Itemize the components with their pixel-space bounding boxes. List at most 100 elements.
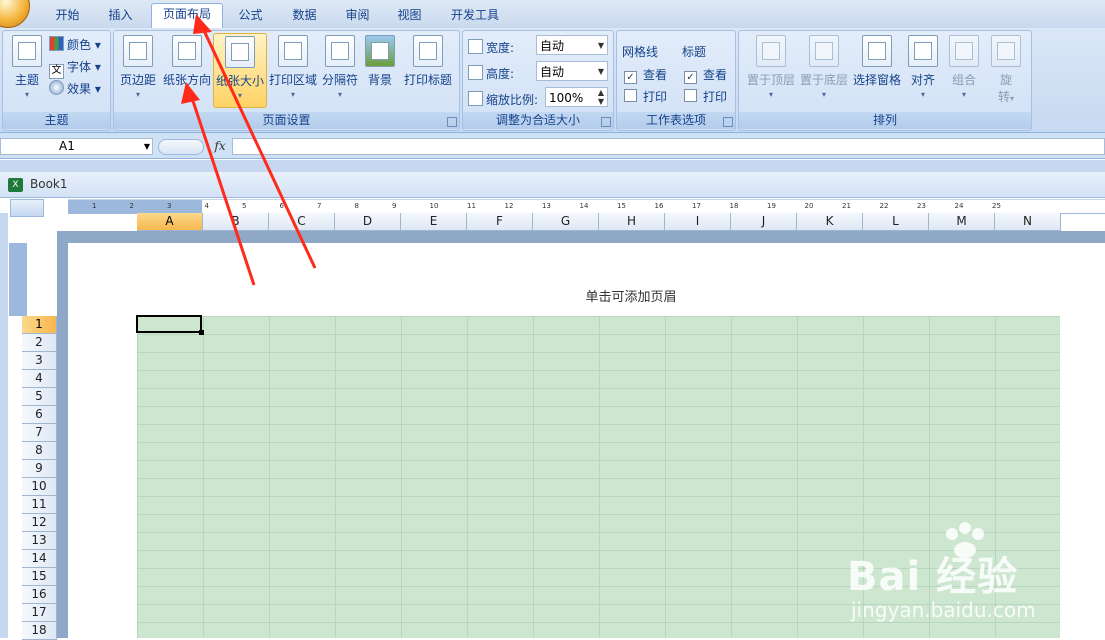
column-header-n[interactable]: N [995, 213, 1061, 231]
row-header-15[interactable]: 15 [22, 568, 57, 586]
row-header-7[interactable]: 7 [22, 424, 57, 442]
tab-insert[interactable]: 插入 [98, 5, 143, 27]
row-header-5[interactable]: 5 [22, 388, 57, 406]
column-header-k[interactable]: K [797, 213, 863, 231]
dialog-launcher-icon[interactable] [447, 117, 457, 127]
ruler-tick-label: 6 [279, 202, 284, 210]
row-header-2[interactable]: 2 [22, 334, 57, 352]
background-button[interactable]: 背景 [363, 33, 397, 88]
column-header-f[interactable]: F [467, 213, 533, 231]
row-header-9[interactable]: 9 [22, 460, 57, 478]
ruler-tick-label: 20 [804, 202, 814, 210]
row-header-17[interactable]: 17 [22, 604, 57, 622]
insert-function-icon[interactable]: fx [208, 137, 232, 155]
ruler-tick-label: 5 [242, 202, 247, 210]
watermark-url: jingyan.baidu.com [851, 598, 1036, 622]
excel-workbook-icon: X [8, 178, 23, 192]
row-header-1[interactable]: 1 [22, 316, 57, 334]
row-header-13[interactable]: 13 [22, 532, 57, 550]
column-header-g[interactable]: G [533, 213, 599, 231]
row-header-10[interactable]: 10 [22, 478, 57, 496]
column-header-i[interactable]: I [665, 213, 731, 231]
selection-pane-button[interactable]: 选择窗格 [851, 33, 903, 88]
row-header-16[interactable]: 16 [22, 586, 57, 604]
chevron-down-icon[interactable]: ▼ [144, 139, 150, 154]
row-header-11[interactable]: 11 [22, 496, 57, 514]
send-to-back-button[interactable]: 置于底层 ▾ [796, 33, 852, 99]
align-button[interactable]: 对齐 ▾ [907, 33, 939, 99]
rotate-label-1: 旋 [999, 73, 1012, 87]
tab-data[interactable]: 数据 [282, 5, 327, 27]
theme-fonts-button[interactable]: 文字体 ▾ [49, 58, 101, 79]
formula-bar-splitter[interactable] [158, 139, 204, 155]
selection-pane-label: 选择窗格 [852, 73, 901, 87]
row-header-4[interactable]: 4 [22, 370, 57, 388]
breaks-label: 分隔符 [321, 73, 358, 87]
active-cell[interactable] [136, 315, 204, 335]
chevron-down-icon: ▾ [961, 90, 966, 99]
headings-print-checkbox[interactable]: 打印 [684, 88, 727, 105]
tab-developer[interactable]: 开发工具 [443, 5, 507, 27]
column-header-e[interactable]: E [401, 213, 467, 231]
tab-review[interactable]: 审阅 [335, 5, 380, 27]
size-button[interactable]: 纸张大小 ▾ [213, 33, 267, 108]
gridlines-view-checkbox[interactable]: ✓ 查看 [624, 66, 667, 84]
width-combo[interactable]: 自动 ▼ [536, 35, 608, 55]
checkbox-checked-icon: ✓ [684, 71, 697, 84]
select-all-corner[interactable] [10, 199, 44, 217]
column-header-d[interactable]: D [335, 213, 401, 231]
page-break-icon [325, 35, 355, 67]
headings-view-checkbox[interactable]: ✓ 查看 [684, 66, 727, 84]
tab-page-layout[interactable]: 页面布局 [151, 3, 223, 29]
group-sheet-options-label: 工作表选项 [617, 112, 735, 129]
column-header-l[interactable]: L [863, 213, 929, 231]
breaks-button[interactable]: 分隔符 ▾ [320, 33, 360, 99]
dialog-launcher-icon[interactable] [723, 117, 733, 127]
row-header-6[interactable]: 6 [22, 406, 57, 424]
office-button[interactable] [0, 0, 30, 28]
column-header-j[interactable]: J [731, 213, 797, 231]
formula-input[interactable] [232, 138, 1105, 155]
orientation-button[interactable]: 纸张方向 ▾ [161, 33, 213, 99]
print-area-button[interactable]: 打印区域 ▾ [266, 33, 320, 99]
row-header-18[interactable]: 18 [22, 622, 57, 640]
themes-button[interactable]: 主题 ▾ [7, 33, 47, 99]
row-header-3[interactable]: 3 [22, 352, 57, 370]
name-box[interactable]: A1 ▼ [0, 138, 153, 155]
ruler-tick-label: 24 [954, 202, 964, 210]
margins-icon [123, 35, 153, 67]
print-titles-label: 打印标题 [403, 73, 452, 87]
chevron-down-icon: ▾ [135, 90, 140, 99]
rotate-icon [991, 35, 1021, 67]
height-combo[interactable]: 自动 ▼ [536, 61, 608, 81]
gridlines-print-checkbox[interactable]: 打印 [624, 88, 667, 105]
gridlines-print-label: 打印 [643, 90, 668, 104]
column-header-m[interactable]: M [929, 213, 995, 231]
tab-view[interactable]: 视图 [387, 5, 432, 27]
column-header-h[interactable]: H [599, 213, 665, 231]
add-header-placeholder[interactable]: 单击可添加页眉 [0, 286, 1105, 305]
theme-effects-button[interactable]: 效果 ▾ [49, 80, 101, 97]
spinner-arrows-icon[interactable]: ▲ ▼ [598, 88, 604, 106]
rotate-button[interactable]: 旋 转▾ [989, 33, 1023, 105]
scale-spinner[interactable]: 100% ▲ ▼ [545, 87, 608, 107]
tab-formulas[interactable]: 公式 [228, 5, 273, 27]
theme-colors-button[interactable]: 颜色 ▾ [49, 36, 101, 53]
group-page-setup: 页边距 ▾ 纸张方向 ▾ 纸张大小 ▾ 打印区域 ▾ 分隔符 ▾ 背景 打印标题… [113, 30, 460, 131]
row-header-8[interactable]: 8 [22, 442, 57, 460]
margins-button[interactable]: 页边距 ▾ [117, 33, 159, 99]
column-header-a[interactable]: A [137, 213, 203, 231]
tab-home[interactable]: 开始 [45, 5, 90, 27]
row-header-14[interactable]: 14 [22, 550, 57, 568]
headings-print-label: 打印 [703, 90, 728, 104]
print-titles-button[interactable]: 打印标题 [401, 33, 455, 88]
horizontal-ruler[interactable]: 1 2 3 4 5 6 7 8 9 10 11 12 13 14 15 16 17 18 19 20 21 22 23 24 2… [68, 199, 1105, 214]
group-button[interactable]: 组合 ▾ [948, 33, 980, 99]
ruler-tick-label: 3 [167, 202, 172, 210]
column-header-b[interactable]: B [203, 213, 269, 231]
bring-to-front-button[interactable]: 置于顶层 ▾ [743, 33, 799, 99]
dialog-launcher-icon[interactable] [601, 117, 611, 127]
row-header-12[interactable]: 12 [22, 514, 57, 532]
ruler-tick-label: 15 [617, 202, 626, 210]
column-header-c[interactable]: C [269, 213, 335, 231]
